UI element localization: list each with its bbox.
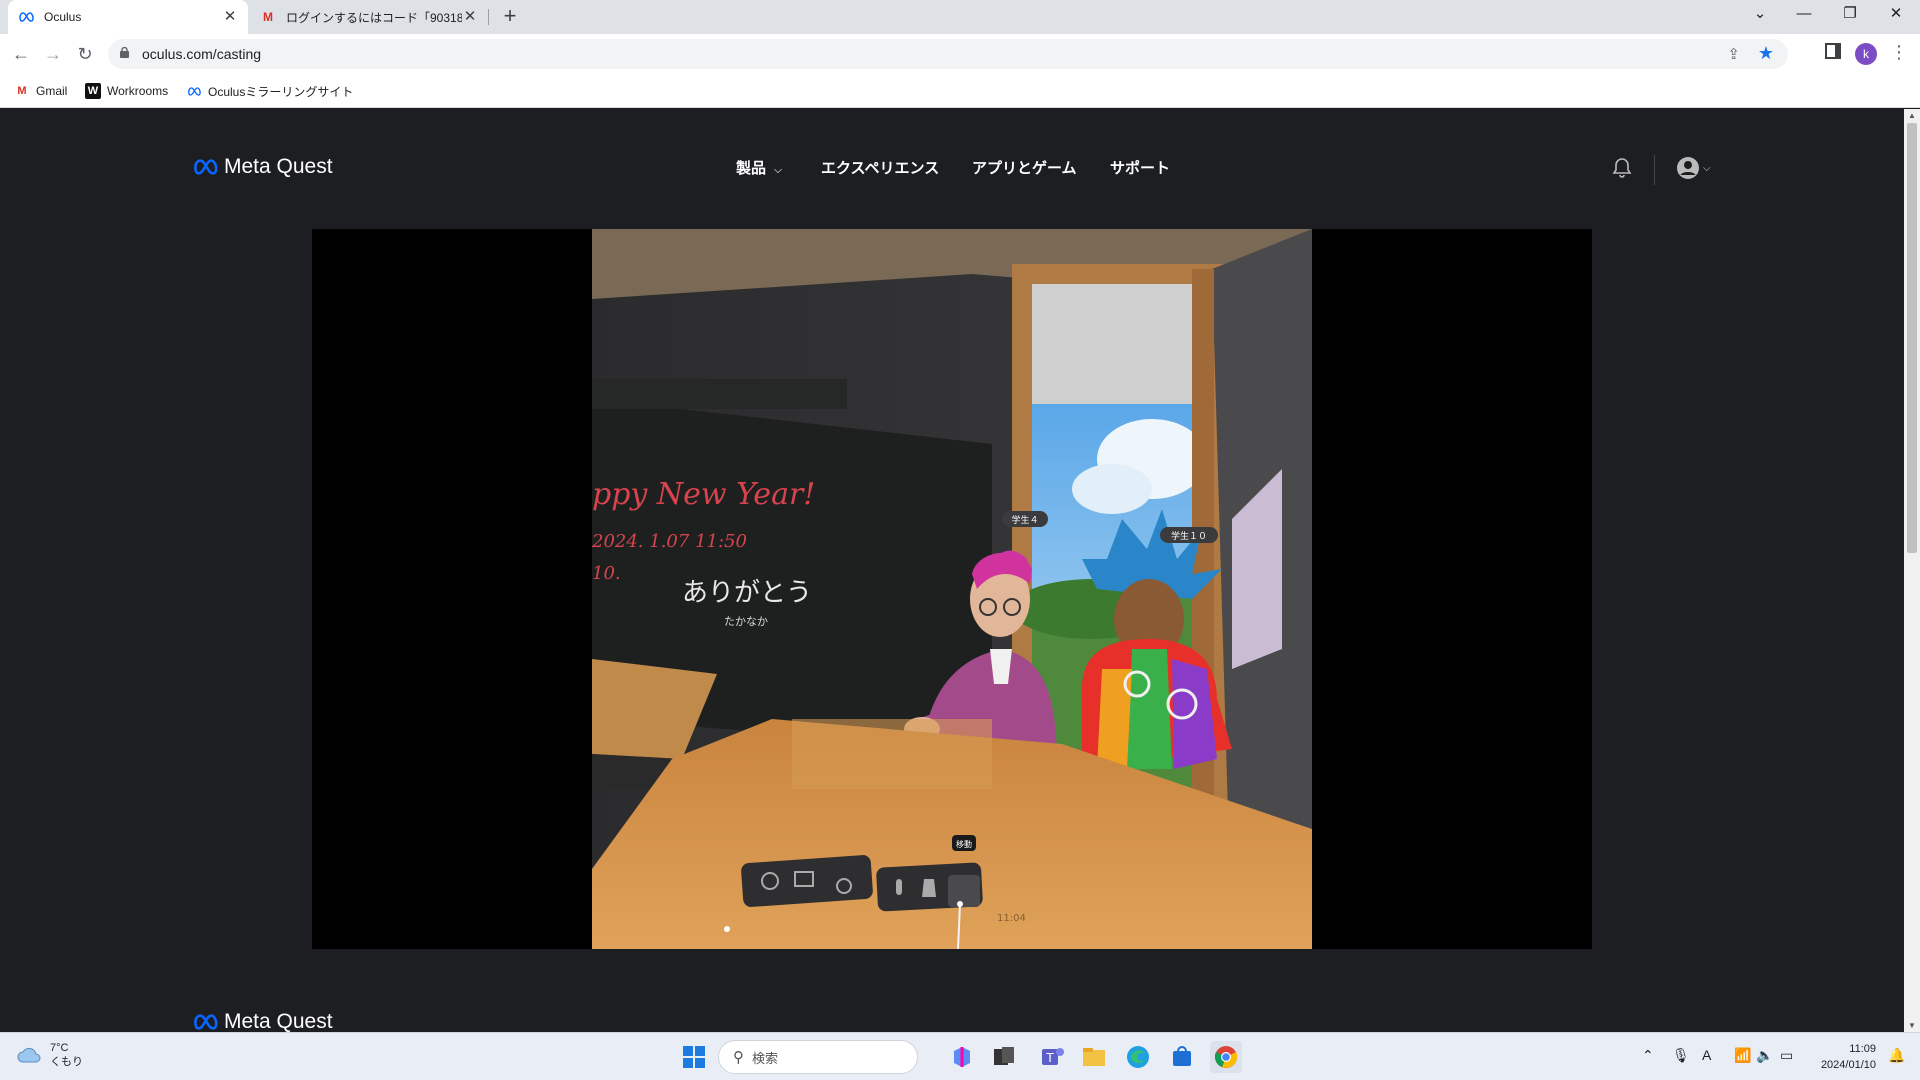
meta-icon (18, 9, 34, 25)
bookmark-label: Oculusミラーリングサイト (208, 85, 354, 99)
reload-icon[interactable]: ↻ (72, 41, 98, 67)
footer-meta-quest-logo[interactable]: Meta Quest (192, 1010, 333, 1032)
vr-cast-stream: ppy New Year! 2024. 1.07 11:50 10. ありがとう… (592, 229, 1312, 949)
ime-icon[interactable]: A (1702, 1047, 1711, 1063)
nav-products[interactable]: 製品 ⌵ (736, 157, 782, 178)
cast-video-player[interactable]: ppy New Year! 2024. 1.07 11:50 10. ありがとう… (312, 229, 1592, 949)
search-placeholder: 検索 (752, 1050, 779, 1066)
gmail-icon: M (17, 85, 27, 97)
weather-widget[interactable]: 7°C くもり (16, 1041, 83, 1069)
weather-temp: 7°C (50, 1042, 69, 1054)
brand-name: Meta Quest (224, 155, 333, 178)
store-icon[interactable] (1166, 1041, 1198, 1073)
teams-icon[interactable]: T (1036, 1041, 1068, 1073)
whiteboard-text: ppy New Year! (592, 477, 815, 512)
tab-title: Oculus (44, 10, 82, 24)
microphone-icon[interactable]: 🎙 (1672, 1047, 1690, 1064)
user-icon (1677, 157, 1699, 179)
minimize-button[interactable]: — (1782, 0, 1826, 30)
avatar-nametag: 学生１０ (1171, 530, 1207, 542)
meta-quest-logo[interactable]: Meta Quest (192, 155, 333, 179)
meta-icon (194, 1014, 218, 1030)
page-content: Meta Quest 製品 ⌵ エクスペリエンス アプリとゲーム サポート ⌵ (0, 109, 1904, 1032)
bookmark-star-icon[interactable]: ★ (1758, 43, 1774, 64)
notification-icon[interactable]: 🔔 (1888, 1047, 1905, 1064)
bookmark-label: Workrooms (107, 84, 169, 98)
nav-apps-games[interactable]: アプリとゲーム (972, 157, 1077, 178)
battery-icon[interactable]: ▭ (1780, 1047, 1793, 1064)
vr-scene: ppy New Year! 2024. 1.07 11:50 10. ありがとう… (592, 229, 1312, 949)
side-panel-icon[interactable] (1825, 43, 1841, 59)
workrooms-icon: W (85, 83, 101, 99)
bookmark-workrooms[interactable]: W Workrooms (85, 83, 168, 99)
browser-toolbar: ← → ↻ oculus.com/casting ⇪ ★ k ⋮ (0, 34, 1920, 74)
tab-oculus[interactable]: Oculus ✕ (8, 0, 248, 34)
vr-menu-time: 11:04 (997, 913, 1026, 924)
clock-date: 2024/01/10 (1820, 1059, 1876, 1071)
taskbar-search[interactable]: ⚲ 検索 (718, 1040, 918, 1074)
bookmark-gmail[interactable]: M Gmail (14, 83, 67, 99)
chevron-down-icon: ⌵ (1703, 162, 1711, 174)
meta-icon (186, 84, 202, 100)
nav-label: 製品 (736, 160, 767, 177)
brand-name: Meta Quest (224, 1010, 333, 1032)
back-icon[interactable]: ← (8, 41, 34, 67)
forward-icon[interactable]: → (40, 41, 66, 67)
close-window-button[interactable]: ✕ (1874, 0, 1918, 30)
account-menu[interactable]: ⌵ (1676, 156, 1711, 180)
whiteboard-text: ありがとう (682, 578, 812, 608)
chrome-icon[interactable] (1210, 1041, 1242, 1073)
vr-menu-tooltip: 移動 (956, 839, 972, 849)
windows-start-icon[interactable] (678, 1041, 710, 1073)
share-icon[interactable]: ⇪ (1727, 45, 1740, 63)
page-scrollbar[interactable]: ▲ ▼ (1904, 109, 1920, 1032)
bookmarks-bar: M Gmail W Workrooms Oculusミラーリングサイト (0, 74, 1920, 108)
scroll-up-icon[interactable]: ▲ (1908, 111, 1916, 120)
chevron-down-icon: ⌵ (774, 165, 782, 176)
weather-desc: くもり (50, 1056, 83, 1068)
file-explorer-icon[interactable] (1078, 1041, 1110, 1073)
tab-strip: Oculus ✕ M ログインするにはコード「903184」を使 ✕ + ⌄ —… (0, 0, 1920, 34)
nav-support[interactable]: サポート (1110, 157, 1170, 178)
close-icon[interactable]: ✕ (222, 9, 238, 25)
tab-search-icon[interactable]: ⌄ (1738, 0, 1782, 30)
new-tab-button[interactable]: + (498, 5, 522, 29)
tab-gmail[interactable]: M ログインするにはコード「903184」を使 ✕ (250, 0, 488, 34)
header-divider (1654, 155, 1655, 185)
close-icon[interactable]: ✕ (462, 9, 478, 25)
search-icon: ⚲ (733, 1049, 744, 1066)
edge-icon[interactable] (1122, 1041, 1154, 1073)
profile-avatar[interactable]: k (1855, 43, 1877, 65)
url-text: oculus.com/casting (142, 46, 262, 62)
whiteboard-text: 2024. 1.07 11:50 (592, 531, 747, 552)
clock-time: 11:09 (1849, 1043, 1876, 1055)
whiteboard-text: たかなか (724, 615, 768, 628)
cloud-icon (17, 1047, 41, 1063)
copilot-icon[interactable] (946, 1041, 978, 1073)
svg-text:T: T (1045, 1051, 1054, 1065)
whiteboard-text: 10. (592, 563, 621, 584)
avatar-nametag: 学生４ (1011, 514, 1038, 526)
lock-icon (120, 47, 129, 58)
gmail-icon: M (263, 10, 273, 24)
restore-button[interactable]: ❐ (1828, 0, 1872, 30)
taskbar: 7°C くもり ⚲ 検索 T ⌃ 🎙 A 📶 🔈 ▭ 11:09 2024/01… (0, 1032, 1920, 1080)
wifi-icon[interactable]: 📶 (1734, 1047, 1751, 1064)
address-bar[interactable]: oculus.com/casting ⇪ ★ (108, 39, 1788, 69)
tab-divider (488, 9, 489, 25)
tab-title: ログインするにはコード「903184」を使 (286, 10, 462, 25)
volume-icon[interactable]: 🔈 (1756, 1047, 1773, 1064)
scroll-down-icon[interactable]: ▼ (1908, 1021, 1916, 1030)
system-clock[interactable]: 11:09 2024/01/10 (1808, 1041, 1876, 1073)
notification-bell-icon[interactable] (1612, 157, 1632, 179)
scrollbar-thumb[interactable] (1907, 123, 1917, 553)
menu-icon[interactable]: ⋮ (1890, 42, 1908, 63)
task-view-icon[interactable] (988, 1041, 1020, 1073)
tray-overflow-icon[interactable]: ⌃ (1642, 1047, 1654, 1064)
bookmark-oculus-mirroring[interactable]: Oculusミラーリングサイト (186, 83, 353, 100)
nav-experiences[interactable]: エクスペリエンス (821, 157, 939, 178)
meta-icon (194, 159, 218, 175)
bookmark-label: Gmail (36, 84, 68, 98)
